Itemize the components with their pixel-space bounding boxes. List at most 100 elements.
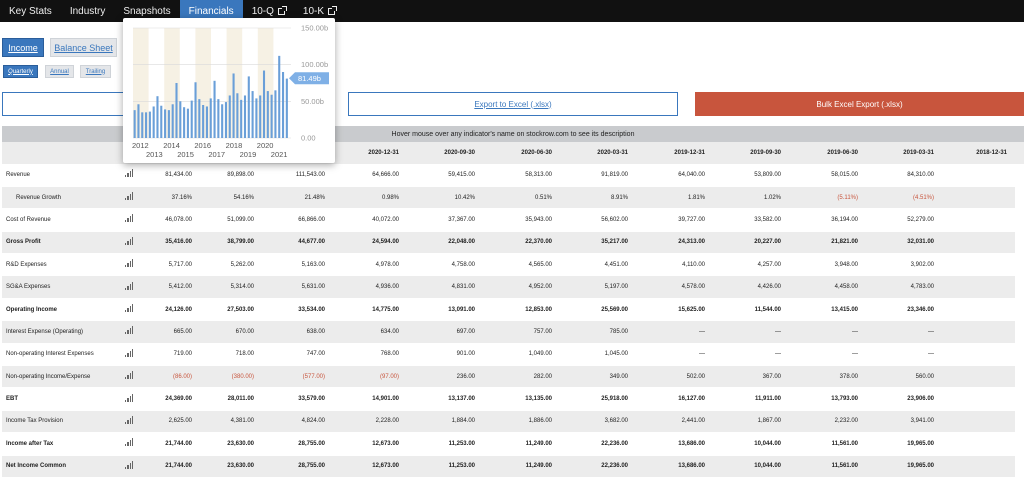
period-quarterly[interactable]: Quarterly [3, 65, 38, 78]
table-cell: 1.81% [636, 186, 713, 210]
row-label[interactable]: Income after Tax [2, 432, 120, 456]
table-cell: 4,426.00 [713, 275, 789, 299]
table-cell: 51,099.00 [200, 208, 262, 232]
table-cell: 22,048.00 [407, 231, 483, 255]
row-label[interactable]: Non-operating Interest Expenses [2, 343, 120, 367]
table-cell [942, 320, 1015, 344]
chart-toggle-icon[interactable] [120, 253, 138, 277]
table-cell: 2,625.00 [138, 410, 200, 434]
table-cell: 35,943.00 [483, 208, 560, 232]
row-label[interactable]: Income Tax Provision [2, 410, 120, 434]
table-cell: 44,677.00 [262, 231, 333, 255]
x-tick-label: 2018 [226, 141, 243, 150]
nav-tab-label: Financials [188, 5, 234, 17]
row-label[interactable]: Non-operating Income/Expense [2, 365, 120, 389]
table-cell: 22,236.00 [560, 432, 636, 456]
chart-toggle-icon[interactable] [120, 320, 138, 344]
table-cell: 5,262.00 [200, 253, 262, 277]
chart-toggle-icon[interactable] [120, 231, 138, 255]
table-cell: 378.00 [789, 365, 866, 389]
y-tick-label: 50.00b [301, 97, 324, 106]
column-header: 2019-06-30 [789, 142, 866, 164]
table-cell: 19,965.00 [866, 432, 942, 456]
table-cell: 757.00 [483, 320, 560, 344]
table-cell: 11,249.00 [483, 432, 560, 456]
table-cell: 11,253.00 [407, 455, 483, 478]
row-label[interactable]: EBT [2, 387, 120, 411]
row-label[interactable]: R&D Expenses [2, 253, 120, 277]
x-tick-label: 2013 [146, 150, 163, 159]
chart-toggle-icon[interactable] [120, 298, 138, 322]
table-cell [942, 387, 1015, 411]
nav-tab-label: 10-Q [251, 5, 274, 17]
x-tick-label: 2017 [208, 150, 225, 159]
row-label[interactable]: Cost of Revenue [2, 208, 120, 232]
table-cell [942, 298, 1015, 322]
table-cell: (5.11%) [789, 186, 866, 210]
chart-bar [152, 106, 155, 138]
chart-bar [266, 91, 269, 138]
chart-toggle-icon[interactable] [120, 455, 138, 478]
period-annual[interactable]: Annual [45, 65, 74, 78]
table-cell: 37.16% [138, 186, 200, 210]
row-label[interactable]: Operating Income [2, 298, 120, 322]
table-cell: 13,137.00 [407, 387, 483, 411]
chart-toggle-icon[interactable] [120, 365, 138, 389]
nav-tab-industry[interactable]: Industry [61, 0, 115, 22]
row-label[interactable]: Interest Expense (Operating) [2, 320, 120, 344]
table-cell: 0.51% [483, 186, 560, 210]
table-cell: 3,682.00 [560, 410, 636, 434]
table-cell: 901.00 [407, 343, 483, 367]
table-cell [942, 455, 1015, 478]
table-cell: 3,941.00 [866, 410, 942, 434]
table-cell: 28,755.00 [262, 432, 333, 456]
y-tick-label: 150.00b [301, 24, 328, 33]
chart-toggle-icon[interactable] [120, 432, 138, 456]
chart-toggle-icon[interactable] [120, 208, 138, 232]
row-label[interactable]: SG&A Expenses [2, 275, 120, 299]
revenue-chart: 150.00b 100.00b 50.00b 0.00 2012 2014 2016 2018… [132, 24, 329, 159]
column-header: 2020-09-30 [407, 142, 483, 164]
table-cell [942, 410, 1015, 434]
table-cell: 2,228.00 [333, 410, 407, 434]
row-label[interactable]: Net Income Common [2, 455, 120, 478]
table-cell: 46,078.00 [138, 208, 200, 232]
table-row: Revenue 81,434.00 89,898.00 111,543.00 64,66… [2, 164, 1024, 187]
bulk-export-button[interactable]: Bulk Excel Export (.xlsx) [695, 92, 1024, 116]
table-cell: 54.16% [200, 186, 262, 210]
chart-toggle-icon[interactable] [120, 410, 138, 434]
tab-balance-sheet[interactable]: Balance Sheet [50, 38, 117, 57]
chart-bar [167, 110, 170, 138]
table-cell: 1,049.00 [483, 343, 560, 367]
export-excel-button[interactable]: Export to Excel (.xlsx) [348, 92, 678, 116]
chart-toggle-icon[interactable] [120, 343, 138, 367]
nav-tab-key-stats[interactable]: Key Stats [0, 0, 61, 22]
table-cell: 23,906.00 [866, 387, 942, 411]
chart-toggle-icon[interactable] [120, 186, 138, 210]
table-cell: 111,543.00 [262, 164, 333, 187]
table-cell: (577.00) [262, 365, 333, 389]
table-cell: 66,866.00 [262, 208, 333, 232]
table-cell: — [866, 320, 942, 344]
table-cell: 5,412.00 [138, 275, 200, 299]
table-cell: (380.00) [200, 365, 262, 389]
row-label[interactable]: Gross Profit [2, 231, 120, 255]
row-label[interactable]: Revenue Growth [2, 186, 120, 210]
chart-toggle-icon[interactable] [120, 387, 138, 411]
table-cell: 21,744.00 [138, 455, 200, 478]
chart-toggle-icon[interactable] [120, 164, 138, 187]
table-cell: 27,503.00 [200, 298, 262, 322]
table-cell: 89,898.00 [200, 164, 262, 187]
table-cell: 12,853.00 [483, 298, 560, 322]
period-trailing[interactable]: Trailing [80, 65, 111, 78]
table-row: Operating Income 24,126.00 27,503.00 33,534… [2, 298, 1024, 322]
table-cell: 36,194.00 [789, 208, 866, 232]
chart-bar [164, 109, 167, 138]
chart-bar [156, 96, 159, 138]
row-label[interactable]: Revenue [2, 164, 120, 187]
table-cell: (4.51%) [866, 186, 942, 210]
chart-toggle-icon[interactable] [120, 275, 138, 299]
tab-income[interactable]: Income [2, 38, 44, 57]
table-cell: 2,232.00 [789, 410, 866, 434]
column-header: 2020-03-31 [560, 142, 636, 164]
